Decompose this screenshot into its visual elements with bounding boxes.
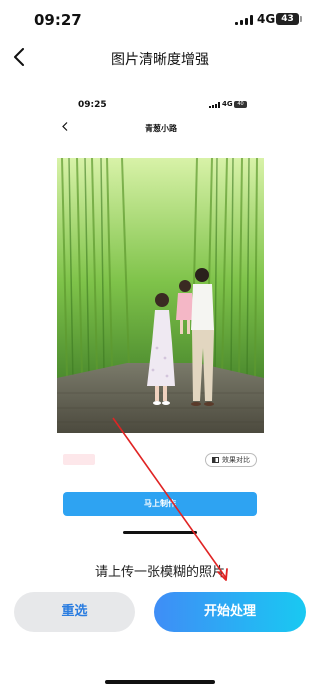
page-title: 图片清晰度增强 — [111, 52, 209, 68]
reselect-button[interactable]: 重选 — [14, 592, 135, 632]
uploaded-screenshot-preview: 09:25 4G 40 青葱小路 效果对比 马上制作 — [50, 92, 272, 540]
compare-label: 效果对比 — [222, 456, 250, 464]
network-type: 4G — [257, 12, 276, 26]
start-processing-button[interactable]: 开始处理 — [154, 592, 306, 632]
battery-icon: 43 — [276, 13, 302, 25]
home-indicator — [105, 680, 215, 684]
preview-network-type: 4G — [222, 100, 233, 108]
status-time: 09:27 — [34, 11, 82, 29]
preview-battery-level: 40 — [237, 101, 244, 107]
nav-bar: 图片清晰度增强 — [0, 40, 320, 76]
upload-prompt: 请上传一张模糊的照片 — [94, 565, 225, 580]
compare-icon — [212, 457, 219, 463]
preview-title: 青葱小路 — [145, 124, 177, 133]
preview-battery-icon: 40 — [234, 101, 247, 108]
preview-make-button: 马上制作 — [63, 492, 257, 516]
compare-toggle: 效果对比 — [205, 453, 257, 467]
battery-level: 43 — [281, 14, 294, 24]
preview-signal-icon — [209, 102, 220, 108]
preview-home-indicator — [123, 531, 197, 534]
family-bamboo-photo — [57, 158, 264, 433]
signal-icon — [235, 15, 253, 25]
blur-tag — [63, 454, 95, 465]
preview-status-time: 09:25 — [78, 100, 107, 110]
status-bar: 09:27 4G 43 — [0, 0, 320, 40]
